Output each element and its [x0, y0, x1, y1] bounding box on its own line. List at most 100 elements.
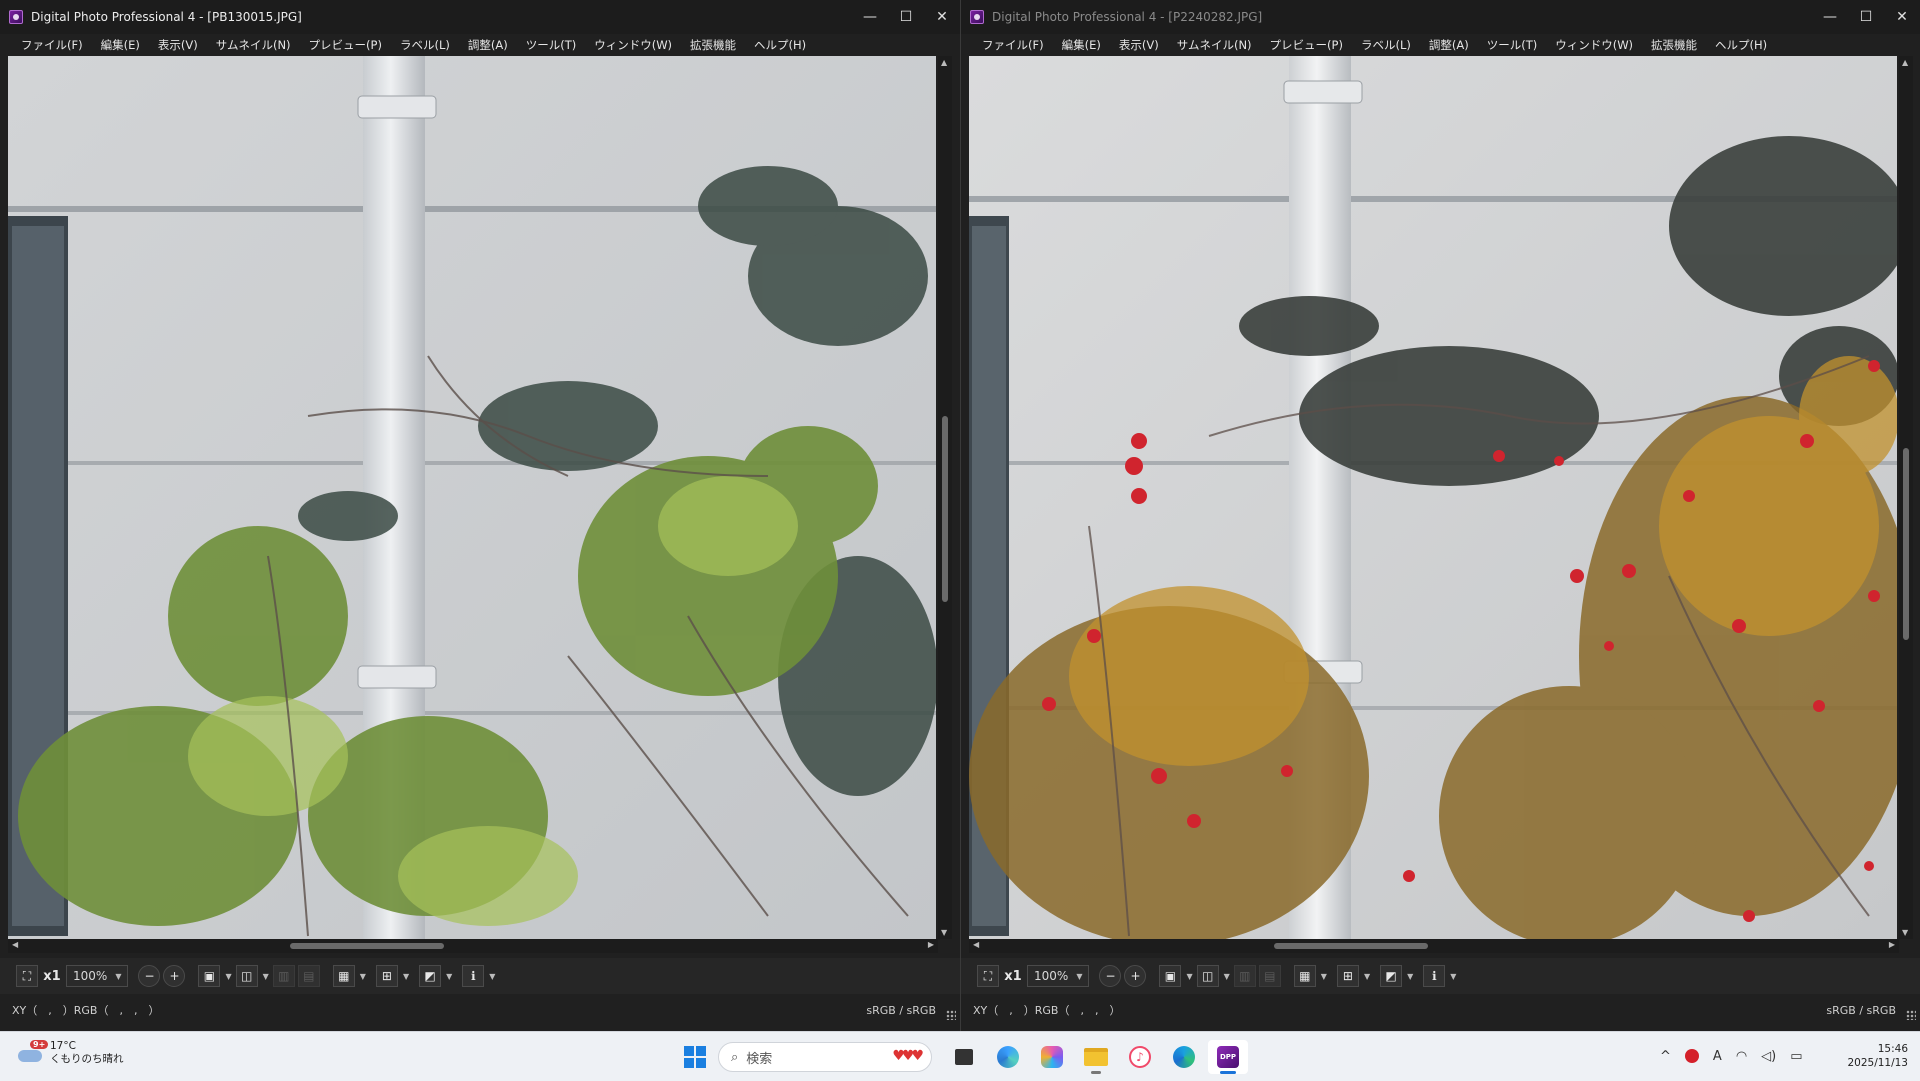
chevron-down-icon[interactable]: ▼: [1450, 972, 1456, 981]
single-view-icon[interactable]: ▣: [198, 965, 221, 987]
chevron-down-icon[interactable]: ▼: [489, 972, 495, 981]
vertical-scroll-thumb[interactable]: [1903, 448, 1909, 640]
vertical-scrollbar[interactable]: ▲ ▼: [1899, 56, 1913, 939]
scroll-up-icon[interactable]: ▲: [1902, 58, 1908, 67]
menu-thumbnail[interactable]: サムネイル(N): [1168, 37, 1261, 53]
fit-window-icon[interactable]: ⛶: [16, 965, 38, 987]
zoom-out-icon[interactable]: −: [1099, 965, 1122, 987]
weather-widget[interactable]: 9+ 17°C くもりのち晴れ: [18, 1040, 124, 1066]
image-preview[interactable]: [8, 56, 936, 939]
menu-extensions[interactable]: 拡張機能: [681, 37, 745, 53]
resize-grip-icon[interactable]: [1906, 1010, 1916, 1020]
chevron-down-icon[interactable]: ▼: [263, 972, 269, 981]
menu-adjust[interactable]: 調整(A): [1420, 37, 1478, 53]
taskbar-app-edge[interactable]: [1164, 1040, 1204, 1074]
af-points-icon[interactable]: ⊞: [1336, 965, 1359, 987]
image-preview[interactable]: [969, 56, 1897, 939]
menu-help[interactable]: ヘルプ(H): [745, 37, 815, 53]
taskbar-app-music[interactable]: ♪: [1120, 1040, 1160, 1074]
grid-icon[interactable]: ▦: [1293, 965, 1316, 987]
close-button[interactable]: ✕: [924, 0, 960, 34]
security-app-icon[interactable]: [1684, 1049, 1699, 1063]
chevron-down-icon[interactable]: ▼: [1224, 972, 1230, 981]
menu-label[interactable]: ラベル(L): [1352, 37, 1420, 53]
menu-thumbnail[interactable]: サムネイル(N): [207, 37, 300, 53]
menu-extensions[interactable]: 拡張機能: [1642, 37, 1706, 53]
horizontal-scrollbar[interactable]: ◀ ▶: [969, 939, 1899, 953]
menu-view[interactable]: 表示(V): [1110, 37, 1168, 53]
chevron-down-icon[interactable]: ▼: [1364, 972, 1370, 981]
grid-icon[interactable]: ▦: [332, 965, 355, 987]
close-button[interactable]: ✕: [1884, 0, 1920, 34]
menu-window[interactable]: ウィンドウ(W): [585, 37, 681, 53]
resize-grip-icon[interactable]: [946, 1010, 956, 1020]
menu-help[interactable]: ヘルプ(H): [1706, 37, 1776, 53]
zoom-select[interactable]: 100% ▼: [1027, 965, 1090, 987]
info-icon[interactable]: ℹ: [462, 965, 485, 987]
ime-indicator[interactable]: A: [1713, 1049, 1722, 1064]
menu-preview[interactable]: プレビュー(P): [300, 37, 391, 53]
taskbar-app-dpp[interactable]: DPP: [1208, 1040, 1248, 1074]
start-button[interactable]: [680, 1042, 710, 1072]
highlight-warning-icon[interactable]: ◩: [1380, 965, 1403, 987]
volume-icon[interactable]: ◁): [1761, 1049, 1776, 1064]
single-view-icon[interactable]: ▣: [1159, 965, 1182, 987]
scroll-left-icon[interactable]: ◀: [973, 940, 979, 949]
menu-edit[interactable]: 編集(E): [92, 37, 149, 53]
scroll-up-icon[interactable]: ▲: [941, 58, 947, 67]
compare-view-icon[interactable]: ◫: [235, 965, 258, 987]
chevron-up-icon[interactable]: ^: [1660, 1049, 1671, 1064]
taskbar-app-explorer[interactable]: [1076, 1040, 1116, 1074]
taskbar-app-copilot[interactable]: [1032, 1040, 1072, 1074]
horizontal-scrollbar[interactable]: ◀ ▶: [8, 939, 938, 953]
chevron-down-icon[interactable]: ▼: [1321, 972, 1327, 981]
menu-window[interactable]: ウィンドウ(W): [1546, 37, 1642, 53]
zoom-x1-button[interactable]: x1: [41, 965, 63, 987]
scroll-left-icon[interactable]: ◀: [12, 940, 18, 949]
minimize-button[interactable]: —: [852, 0, 888, 34]
vertical-scroll-thumb[interactable]: [942, 416, 948, 602]
menu-edit[interactable]: 編集(E): [1053, 37, 1110, 53]
zoom-in-icon[interactable]: +: [1124, 965, 1147, 987]
menu-file[interactable]: ファイル(F): [0, 37, 92, 53]
menu-label[interactable]: ラベル(L): [391, 37, 459, 53]
taskbar-app-widgets[interactable]: [988, 1040, 1028, 1074]
menu-tools[interactable]: ツール(T): [1478, 37, 1547, 53]
system-clock[interactable]: 15:46 2025/11/13: [1847, 1042, 1908, 1070]
fit-window-icon[interactable]: ⛶: [977, 965, 999, 987]
windows-logo-icon: [684, 1046, 706, 1068]
scroll-right-icon[interactable]: ▶: [1889, 940, 1895, 949]
zoom-out-icon[interactable]: −: [138, 965, 161, 987]
menu-view[interactable]: 表示(V): [149, 37, 207, 53]
maximize-button[interactable]: ☐: [888, 0, 924, 34]
menu-preview[interactable]: プレビュー(P): [1261, 37, 1352, 53]
menu-adjust[interactable]: 調整(A): [459, 37, 517, 53]
zoom-x1-button[interactable]: x1: [1002, 965, 1024, 987]
chevron-down-icon[interactable]: ▼: [1186, 972, 1192, 981]
af-points-icon[interactable]: ⊞: [375, 965, 398, 987]
highlight-warning-icon[interactable]: ◩: [419, 965, 442, 987]
scroll-right-icon[interactable]: ▶: [928, 940, 934, 949]
task-view-button[interactable]: [944, 1040, 984, 1074]
wifi-icon[interactable]: ◠: [1736, 1049, 1747, 1064]
chevron-down-icon[interactable]: ▼: [1407, 972, 1413, 981]
minimize-button[interactable]: —: [1812, 0, 1848, 34]
scroll-down-icon[interactable]: ▼: [1902, 928, 1908, 937]
taskbar-search[interactable]: ⌕ 検索 ♥♥♥: [718, 1042, 932, 1072]
battery-icon[interactable]: ▭: [1790, 1049, 1802, 1064]
menu-tools[interactable]: ツール(T): [517, 37, 586, 53]
horizontal-scroll-thumb[interactable]: [290, 943, 444, 949]
chevron-down-icon[interactable]: ▼: [403, 972, 409, 981]
maximize-button[interactable]: ☐: [1848, 0, 1884, 34]
vertical-scrollbar[interactable]: ▲ ▼: [938, 56, 952, 939]
zoom-in-icon[interactable]: +: [163, 965, 186, 987]
chevron-down-icon[interactable]: ▼: [446, 972, 452, 981]
info-icon[interactable]: ℹ: [1423, 965, 1446, 987]
scroll-down-icon[interactable]: ▼: [941, 928, 947, 937]
chevron-down-icon[interactable]: ▼: [360, 972, 366, 981]
compare-view-icon[interactable]: ◫: [1196, 965, 1219, 987]
chevron-down-icon[interactable]: ▼: [225, 972, 231, 981]
horizontal-scroll-thumb[interactable]: [1274, 943, 1428, 949]
menu-file[interactable]: ファイル(F): [961, 37, 1053, 53]
zoom-select[interactable]: 100% ▼: [66, 965, 129, 987]
